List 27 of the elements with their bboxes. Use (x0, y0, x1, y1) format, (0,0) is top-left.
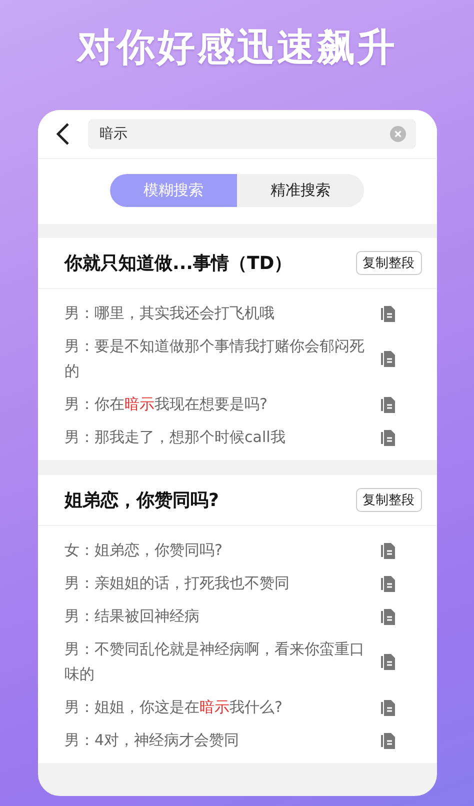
copy-icon[interactable] (380, 608, 394, 624)
headline: 对你好感迅速飙升 (77, 24, 397, 71)
copy-icon[interactable] (380, 732, 394, 748)
copy-all-button[interactable]: 复制整段 (356, 488, 422, 512)
back-icon[interactable] (54, 122, 72, 146)
copy-icon[interactable] (380, 351, 394, 367)
dialogue-title: 你就只知道做...事情（TD） (64, 252, 292, 275)
copy-icon[interactable] (380, 306, 394, 322)
dialogue-line: 男：姐姐，你这是在暗示我什么? (64, 697, 284, 718)
copy-icon[interactable] (380, 396, 394, 412)
dialogue-line: 女：姐弟恋，你赞同吗? (64, 540, 224, 561)
dialogue-line: 男：哪里，其实我还会打飞机哦 (64, 303, 276, 324)
copy-all-button[interactable]: 复制整段 (356, 251, 422, 275)
dialogue-title: 姐弟恋，你赞同吗? (64, 489, 219, 512)
copy-icon[interactable] (380, 654, 394, 670)
dialogue-line: 男：你在暗示我现在想要是吗? (64, 394, 268, 415)
dialogue-line: 男：要是不知道做那个事情我打赌你会郁闷死的 (64, 336, 366, 382)
dialogue-line: 男：不赞同乱伦就是神经病啊，看来你蛮重口味的 (64, 639, 366, 685)
dialogue-line: 男：结果被回神经病 (64, 606, 200, 627)
dialogue-line: 男：4对，神经病才会赞同 (64, 730, 240, 751)
dialogue-line: 男：那我走了，想那个时候call我 (64, 427, 286, 448)
copy-icon[interactable] (380, 542, 394, 558)
dialogue-line: 男：亲姐姐的话，打死我也不赞同 (64, 573, 290, 594)
copy-icon[interactable] (380, 700, 394, 716)
copy-icon[interactable] (380, 576, 394, 592)
search-field[interactable]: 暗示 (88, 119, 416, 149)
copy-icon[interactable] (380, 430, 394, 446)
